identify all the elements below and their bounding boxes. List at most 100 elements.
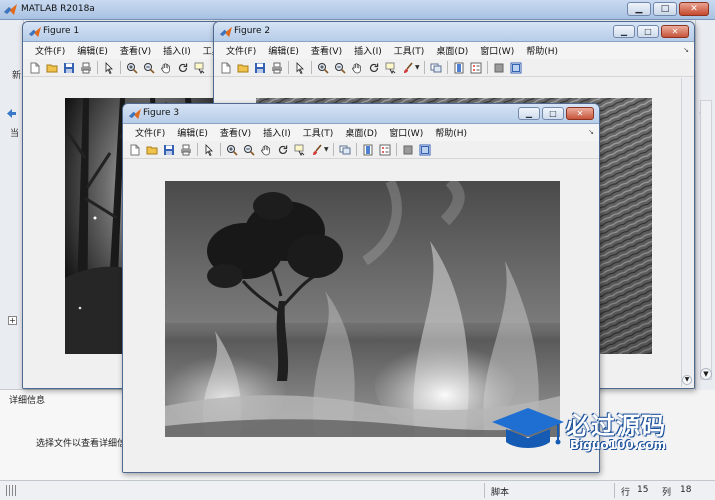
zoom-out-icon[interactable] <box>242 143 256 157</box>
current-folder-fragment: 当 <box>10 129 20 139</box>
pan-icon[interactable] <box>350 61 364 75</box>
new-file-icon[interactable] <box>219 61 233 75</box>
matlab-titlebar[interactable]: MATLAB R2018a ▁ □ ✕ <box>0 0 715 20</box>
scroll-down-icon[interactable]: ▼ <box>682 375 692 385</box>
status-grip-icon <box>6 485 18 496</box>
rotate-icon[interactable] <box>176 61 190 75</box>
maximize-button[interactable]: □ <box>653 2 677 16</box>
details-title: 详细信息 <box>9 396 46 406</box>
pan-icon[interactable] <box>159 61 173 75</box>
save-icon[interactable] <box>162 143 176 157</box>
save-icon[interactable] <box>253 61 267 75</box>
data-cursor-icon[interactable] <box>384 61 398 75</box>
menu-edit[interactable]: 编辑(E) <box>71 44 114 57</box>
print-icon[interactable] <box>179 143 193 157</box>
tree-fire-blend-image <box>165 181 560 437</box>
menu-edit[interactable]: 编辑(E) <box>262 44 305 57</box>
print-icon[interactable] <box>79 61 93 75</box>
menu-edit[interactable]: 编辑(E) <box>171 126 214 139</box>
open-folder-icon[interactable] <box>45 61 59 75</box>
print-icon[interactable] <box>270 61 284 75</box>
minimize-button[interactable]: ▁ <box>627 2 651 16</box>
new-tab-fragment[interactable]: 新 <box>12 68 21 81</box>
zoom-out-icon[interactable] <box>333 61 347 75</box>
menu-view[interactable]: 查看(V) <box>305 44 348 57</box>
menu-desktop[interactable]: 桌面(D) <box>430 44 474 57</box>
new-file-icon[interactable] <box>28 61 42 75</box>
zoom-out-icon[interactable] <box>142 61 156 75</box>
menu-window[interactable]: 窗口(W) <box>474 44 520 57</box>
zoom-in-icon[interactable] <box>225 143 239 157</box>
figure-3-menubar: 文件(F) 编辑(E) 查看(V) 插入(I) 工具(T) 桌面(D) 窗口(W… <box>123 124 599 141</box>
save-icon[interactable] <box>62 61 76 75</box>
zoom-in-icon[interactable] <box>316 61 330 75</box>
close-button[interactable]: ✕ <box>566 107 594 120</box>
details-text: 选择文件以查看详细信 <box>36 439 127 449</box>
link-plot-icon[interactable] <box>338 143 352 157</box>
menu-insert[interactable]: 插入(I) <box>348 44 388 57</box>
matlab-logo-icon <box>220 26 232 38</box>
pointer-icon[interactable] <box>202 143 216 157</box>
minimize-button[interactable]: ▁ <box>613 25 635 38</box>
menu-insert[interactable]: 插入(I) <box>157 44 197 57</box>
maximize-button[interactable]: □ <box>542 107 564 120</box>
link-plot-icon[interactable] <box>429 61 443 75</box>
pan-icon[interactable] <box>259 143 273 157</box>
back-arrow-icon[interactable] <box>6 108 17 119</box>
tree-expand-icon[interactable]: + <box>8 316 17 325</box>
menu-desktop[interactable]: 桌面(D) <box>339 126 383 139</box>
zoom-in-icon[interactable] <box>125 61 139 75</box>
figure-2-menubar: 文件(F) 编辑(E) 查看(V) 插入(I) 工具(T) 桌面(D) 窗口(W… <box>214 42 694 59</box>
brush-dropdown-icon[interactable]: ▼ <box>324 146 329 153</box>
maximize-button[interactable]: □ <box>637 25 659 38</box>
rotate-icon[interactable] <box>367 61 381 75</box>
menu-view[interactable]: 查看(V) <box>114 44 157 57</box>
menu-tools[interactable]: 工具(T) <box>388 44 431 57</box>
open-folder-icon[interactable] <box>236 61 250 75</box>
show-plot-tools-icon[interactable] <box>509 61 523 75</box>
main-vertical-scrollbar[interactable] <box>700 100 712 380</box>
minimize-button[interactable]: ▁ <box>518 107 540 120</box>
menu-help[interactable]: 帮助(H) <box>429 126 473 139</box>
menu-insert[interactable]: 插入(I) <box>257 126 297 139</box>
figure-3-titlebar[interactable]: Figure 3 ▁ □ ✕ <box>123 104 599 124</box>
figure-1-titlebar[interactable]: Figure 1 <box>23 22 221 42</box>
menubar-dock-arrow-icon[interactable]: ↘ <box>683 46 689 54</box>
scroll-down-icon[interactable]: ▼ <box>700 368 712 380</box>
status-mode: 脚本 <box>491 488 510 498</box>
hide-plot-tools-icon[interactable] <box>401 143 415 157</box>
new-file-icon[interactable] <box>128 143 142 157</box>
legend-icon[interactable] <box>378 143 392 157</box>
pointer-icon[interactable] <box>293 61 307 75</box>
toolbar-separator <box>486 61 488 74</box>
matlab-logo-icon <box>129 108 141 120</box>
menu-file[interactable]: 文件(F) <box>220 44 262 57</box>
figure-3-image <box>165 181 560 437</box>
open-folder-icon[interactable] <box>145 143 159 157</box>
close-button[interactable]: ✕ <box>661 25 689 38</box>
data-cursor-icon[interactable] <box>193 61 207 75</box>
close-button[interactable]: ✕ <box>679 2 709 16</box>
menu-file[interactable]: 文件(F) <box>29 44 71 57</box>
menubar-dock-arrow-icon[interactable]: ↘ <box>588 128 594 136</box>
menu-view[interactable]: 查看(V) <box>214 126 257 139</box>
pointer-icon[interactable] <box>102 61 116 75</box>
brush-icon[interactable] <box>401 61 415 75</box>
brush-dropdown-icon[interactable]: ▼ <box>415 64 420 71</box>
menu-tools[interactable]: 工具(T) <box>297 126 340 139</box>
brush-icon[interactable] <box>310 143 324 157</box>
menu-file[interactable]: 文件(F) <box>129 126 171 139</box>
legend-icon[interactable] <box>469 61 483 75</box>
figure-2-scrollbar[interactable] <box>681 78 693 387</box>
colorbar-icon[interactable] <box>452 61 466 75</box>
figure-2-titlebar[interactable]: Figure 2 ▁ □ ✕ <box>214 22 694 42</box>
show-plot-tools-icon[interactable] <box>418 143 432 157</box>
data-cursor-icon[interactable] <box>293 143 307 157</box>
colorbar-icon[interactable] <box>361 143 375 157</box>
menu-help[interactable]: 帮助(H) <box>520 44 564 57</box>
toolbar-separator <box>355 143 357 156</box>
rotate-icon[interactable] <box>276 143 290 157</box>
menu-window[interactable]: 窗口(W) <box>383 126 429 139</box>
figure-1-title: Figure 1 <box>43 26 80 36</box>
hide-plot-tools-icon[interactable] <box>492 61 506 75</box>
